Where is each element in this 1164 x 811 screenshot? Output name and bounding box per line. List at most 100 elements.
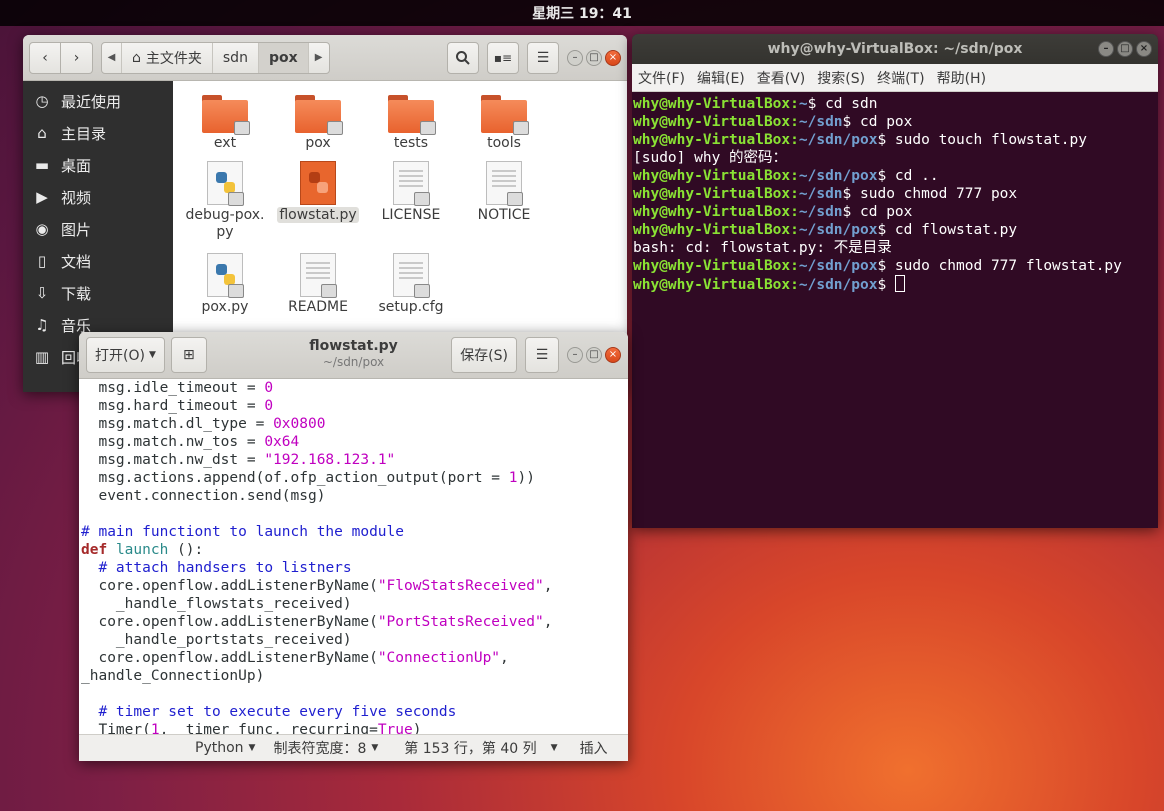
menu-terminal[interactable]: 终端(T) — [871, 68, 930, 88]
clock-icon: ◷ — [35, 92, 49, 110]
back-button[interactable]: ‹ — [29, 41, 61, 74]
sidebar-item-downloads[interactable]: ⇩ 下载 — [23, 277, 173, 309]
lock-icon — [321, 284, 337, 298]
terminal-line: why@why-VirtualBox:~/sdn$ cd pox — [633, 204, 913, 220]
menu-file[interactable]: 文件(F) — [632, 68, 691, 88]
file-item[interactable]: debug-pox. py — [179, 161, 271, 241]
new-tab-button[interactable]: ⊞ — [170, 337, 207, 373]
close-button[interactable]: × — [1136, 41, 1152, 57]
terminal-line: why@why-VirtualBox:~/sdn$ cd pox — [633, 114, 913, 130]
file-item[interactable]: ext — [179, 95, 271, 152]
dropdown-arrow-icon: ▼ — [550, 743, 558, 753]
minimize-button[interactable]: – — [567, 49, 583, 66]
close-button[interactable]: × — [605, 49, 621, 66]
maximize-button[interactable]: □ — [586, 347, 602, 363]
terminal-line: [sudo] why 的密码： — [633, 150, 788, 166]
menu-edit[interactable]: 编辑(E) — [691, 68, 751, 88]
file-item[interactable]: LICENSE — [365, 161, 457, 224]
sidebar-item-desktop[interactable]: ▬ 桌面 — [23, 149, 173, 181]
python-file-icon — [300, 161, 336, 205]
menu-search[interactable]: 搜索(S) — [811, 68, 871, 88]
terminal-menubar: 文件(F) 编辑(E) 查看(V) 搜索(S) 终端(T) 帮助(H) — [632, 64, 1158, 92]
sidebar-item-documents[interactable]: ▯ 文档 — [23, 245, 173, 277]
video-icon: ▶ — [36, 188, 48, 206]
folder-icon: ▬ — [34, 156, 50, 174]
file-item[interactable]: flowstat.py — [272, 161, 364, 224]
path-home[interactable]: ⌂ 主文件夹 — [122, 42, 213, 73]
file-item[interactable]: tools — [458, 95, 550, 152]
close-button[interactable]: × — [605, 347, 621, 363]
path-pox[interactable]: pox — [258, 42, 309, 73]
code-line: core.openflow.addListenerByName("Connect… — [81, 650, 509, 666]
terminal-line: why@why-VirtualBox:~/sdn/pox$ sudo chmod… — [633, 258, 1122, 274]
code-line: # main functiont to launch the module — [81, 524, 405, 540]
code-line: msg.actions.append(of.ofp_action_output(… — [81, 470, 535, 486]
file-item[interactable]: setup.cfg — [365, 253, 457, 316]
clock[interactable]: 星期三 19：41 — [532, 3, 632, 23]
path-scroll-left-icon[interactable]: ◀ — [102, 42, 122, 73]
search-button[interactable] — [447, 41, 479, 74]
terminal-line: why@why-VirtualBox:~/sdn$ sudo chmod 777… — [633, 186, 1018, 202]
minimize-button[interactable]: – — [567, 347, 583, 363]
code-line: core.openflow.addListenerByName("PortSta… — [81, 614, 553, 630]
sidebar-item-pictures[interactable]: ◉ 图片 — [23, 213, 173, 245]
code-line: msg.match.dl_type = 0x0800 — [81, 416, 326, 432]
terminal-line: why@why-VirtualBox:~/sdn/pox$ — [633, 275, 1157, 293]
code-line: _handle_flowstats_received) — [81, 596, 352, 612]
cursor-position[interactable]: 第 153 行，第 40 列 ▼ — [404, 738, 557, 758]
sidebar-item-home[interactable]: ⌂ 主目录 — [23, 117, 173, 149]
code-line: # attach handsers to listners — [98, 560, 352, 576]
lock-icon — [513, 121, 529, 135]
file-item[interactable]: README — [272, 253, 364, 316]
terminal-line: why@why-VirtualBox:~$ cd sdn — [633, 96, 878, 112]
terminal-output[interactable]: why@why-VirtualBox:~$ cd sdn why@why-Virt… — [632, 92, 1158, 296]
menu-button[interactable]: ☰ — [527, 41, 559, 74]
sidebar-item-videos[interactable]: ▶ 视频 — [23, 181, 173, 213]
language-selector[interactable]: Python ▼ — [195, 740, 255, 756]
code-line: # timer set to execute every five second… — [98, 704, 457, 720]
minimize-button[interactable]: – — [1098, 41, 1114, 57]
file-item[interactable]: pox.py — [179, 253, 271, 316]
status-bar: Python ▼ 制表符宽度：8 ▼ 第 153 行，第 40 列 ▼ 插入 — [79, 734, 628, 761]
forward-button[interactable]: › — [61, 41, 93, 74]
code-line: Timer(1, _timer_func, recurring=True) — [81, 722, 422, 734]
editor-header: 打开(O) ▼ ⊞ flowstat.py ~/sdn/pox 保存(S) ☰ … — [79, 332, 628, 379]
folder-icon — [202, 95, 250, 135]
save-button[interactable]: 保存(S) — [451, 337, 517, 373]
code-area[interactable]: msg.idle_timeout = 0 msg.hard_timeout = … — [79, 379, 628, 734]
code-line: event.connection.send(msg) — [81, 488, 326, 504]
path-bar: ◀ ⌂ 主文件夹 sdn pox ▶ — [101, 41, 330, 74]
maximize-button[interactable]: □ — [586, 49, 602, 66]
tab-width-selector[interactable]: 制表符宽度：8 ▼ — [273, 738, 378, 758]
menu-button[interactable]: ☰ — [525, 337, 559, 373]
file-item[interactable]: NOTICE — [458, 161, 550, 224]
insert-mode: 插入 — [579, 741, 608, 757]
code-line: core.openflow.addListenerByName("FlowSta… — [81, 578, 553, 594]
list-view-icon: ▪≡ — [493, 50, 513, 65]
dropdown-arrow-icon: ▼ — [371, 743, 379, 753]
terminal-line: why@why-VirtualBox:~/sdn/pox$ cd flowsta… — [633, 222, 1018, 238]
open-button[interactable]: 打开(O) ▼ — [86, 337, 165, 373]
python-script-icon — [207, 253, 244, 298]
trash-icon: ▥ — [34, 348, 50, 366]
python-script-icon — [207, 161, 244, 206]
menu-help[interactable]: 帮助(H) — [931, 68, 992, 88]
view-toggle-button[interactable]: ▪≡ — [487, 41, 519, 74]
sidebar-item-recent[interactable]: ◷ 最近使用 — [23, 85, 173, 117]
path-scroll-right-icon[interactable]: ▶ — [309, 43, 329, 73]
lock-icon — [228, 192, 244, 206]
terminal-header: why@why-VirtualBox: ~/sdn/pox – □ × — [632, 34, 1158, 64]
text-file-icon — [486, 161, 523, 206]
home-icon: ⌂ — [37, 124, 47, 142]
menu-view[interactable]: 查看(V) — [751, 68, 812, 88]
folder-icon — [295, 95, 343, 135]
maximize-button[interactable]: □ — [1117, 41, 1133, 57]
code-line: msg.match.nw_dst = "192.168.123.1" — [81, 452, 396, 468]
file-item[interactable]: pox — [272, 95, 364, 152]
path-sdn[interactable]: sdn — [213, 42, 259, 73]
code-line: msg.idle_timeout = 0 — [81, 380, 274, 396]
file-item[interactable]: tests — [365, 95, 457, 152]
text-file-icon — [393, 253, 430, 298]
lock-icon — [414, 192, 430, 206]
